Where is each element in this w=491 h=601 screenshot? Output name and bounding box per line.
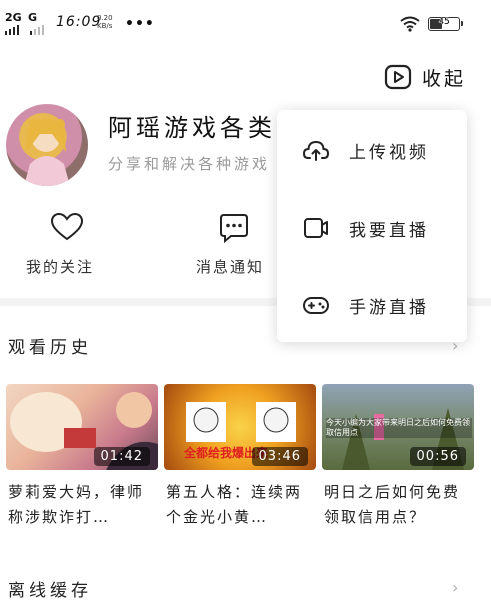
signal-bars-1-icon — [5, 23, 19, 35]
video-duration-3: 00:56 — [409, 447, 466, 466]
status-bar: 2G G 16:09 0.20 KB/s ••• 45 — [0, 0, 491, 40]
network-speed-unit: KB/s — [97, 22, 113, 30]
battery-level: 45 — [438, 17, 450, 27]
profile-name[interactable]: 阿瑶游戏各类 — [108, 108, 276, 143]
avatar-image — [24, 119, 70, 186]
menu-item-upload-video-label: 上传视频 — [349, 143, 429, 163]
video-title-2[interactable]: 第五人格：连续两个金光小黄… — [166, 480, 318, 530]
menu-item-mobile-game-live[interactable]: 手游直播 — [277, 275, 467, 335]
collapse-label: 收起 — [422, 68, 467, 90]
notifications-button[interactable]: 消息通知 — [190, 210, 285, 282]
menu-item-go-live[interactable]: 我要直播 — [277, 198, 467, 258]
video-thumbnail-1[interactable]: 01:42 — [6, 384, 158, 470]
video-title-1[interactable]: 萝莉爱大妈，律师称涉欺诈打… — [8, 480, 160, 530]
menu-item-upload-video[interactable]: 上传视频 — [277, 120, 467, 180]
menu-item-go-live-label: 我要直播 — [349, 221, 429, 241]
history-title[interactable]: 观看历史 — [8, 333, 92, 358]
video-thumbnail-3[interactable]: 今天小编为大家带来明日之后如何免费领取信用点 00:56 — [322, 384, 474, 470]
offline-cache-chevron-right-icon[interactable]: › — [452, 578, 458, 597]
play-icon — [384, 64, 412, 90]
camera-icon — [304, 218, 328, 238]
offline-cache-title[interactable]: 离线缓存 — [8, 576, 92, 601]
message-icon — [220, 214, 248, 244]
profile-bio: 分享和解决各种游戏 — [108, 155, 271, 173]
collapse-button[interactable]: 收起 — [384, 62, 474, 92]
upload-cloud-icon — [302, 140, 330, 161]
notifications-label: 消息通知 — [196, 258, 265, 276]
battery-icon: 45 — [428, 17, 463, 31]
signal-bars-2-icon — [30, 23, 44, 35]
my-follows-label: 我的关注 — [26, 258, 95, 276]
video-overlay-text-3: 今天小编为大家带来明日之后如何免费领取信用点 — [326, 418, 472, 438]
video-duration-2: 03:46 — [251, 447, 308, 466]
more-dots-icon: ••• — [125, 16, 155, 32]
network-speed-value: 0.20 — [97, 14, 113, 22]
video-thumbnail-2[interactable]: 全都给我爆出来 03:46 — [164, 384, 316, 470]
my-follows-button[interactable]: 我的关注 — [20, 210, 115, 282]
network-speed: 0.20 KB/s — [97, 14, 113, 30]
video-duration-1: 01:42 — [93, 447, 150, 466]
menu-item-mobile-game-live-label: 手游直播 — [349, 298, 429, 318]
heart-icon — [50, 212, 84, 241]
video-title-3[interactable]: 明日之后如何免费领取信用点？ — [324, 480, 476, 530]
gamepad-icon — [303, 297, 329, 314]
avatar[interactable] — [6, 104, 88, 186]
wifi-icon — [400, 16, 420, 32]
popup-menu: 上传视频 我要直播 手游直播 — [277, 110, 467, 342]
status-time: 16:09 — [56, 14, 102, 30]
